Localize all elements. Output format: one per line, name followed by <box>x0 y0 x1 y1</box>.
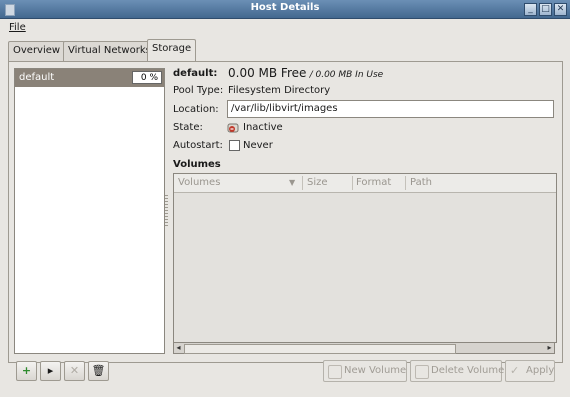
window-title: Host Details <box>250 2 320 13</box>
autostart-label: Autostart: <box>173 140 223 151</box>
inactive-state-icon <box>227 123 239 133</box>
pool-in-use: / 0.00 MB In Use <box>309 70 384 80</box>
state-value: Inactive <box>243 122 283 133</box>
column-format[interactable]: Format <box>356 177 391 188</box>
menu-file[interactable]: File <box>9 22 26 33</box>
pool-type-label: Pool Type: <box>173 85 224 96</box>
new-volume-icon <box>328 365 342 379</box>
column-divider <box>405 176 406 190</box>
delete-volume-label: Delete Volume <box>431 365 505 376</box>
menu-file-label: File <box>9 22 26 33</box>
autostart-value: Never <box>243 140 273 151</box>
start-pool-button[interactable]: ▸ <box>40 361 61 381</box>
scroll-right-icon[interactable]: ▸ <box>545 343 554 353</box>
pool-free: 0.00 MB Free <box>228 66 307 80</box>
scroll-left-icon[interactable]: ◂ <box>174 343 183 353</box>
autostart-checkbox[interactable] <box>229 140 240 151</box>
delete-pool-button[interactable]: 🗑 <box>88 361 109 381</box>
location-label: Location: <box>173 104 219 115</box>
column-path[interactable]: Path <box>410 177 432 188</box>
volumes-title: Volumes <box>173 159 221 170</box>
volumes-horizontal-scrollbar[interactable]: ◂ ▸ <box>173 342 555 354</box>
menu-bar: File <box>0 19 570 37</box>
apply-button[interactable]: ✓ Apply <box>505 360 555 382</box>
checkmark-icon: ✓ <box>510 364 520 377</box>
tab-overview[interactable]: Overview <box>8 41 66 61</box>
apply-label: Apply <box>526 365 555 376</box>
new-volume-button[interactable]: New Volume <box>323 360 407 382</box>
state-label: State: <box>173 122 203 133</box>
column-size[interactable]: Size <box>307 177 328 188</box>
delete-volume-button[interactable]: Delete Volume <box>410 360 505 382</box>
stop-pool-button[interactable]: ✕ <box>64 361 85 381</box>
minimize-icon[interactable]: _ <box>524 3 537 16</box>
add-pool-button[interactable]: + <box>16 361 37 381</box>
sort-arrow-icon: ▼ <box>289 178 296 187</box>
column-divider <box>352 176 353 190</box>
new-volume-label: New Volume <box>344 365 407 376</box>
maximize-icon[interactable]: □ <box>539 3 552 16</box>
trash-icon <box>415 365 429 379</box>
location-field[interactable]: /var/lib/libvirt/images <box>227 100 554 118</box>
pool-title: default: <box>173 68 218 79</box>
close-icon[interactable]: ✕ <box>554 3 567 16</box>
pool-type-value: Filesystem Directory <box>228 85 331 96</box>
pool-list[interactable]: default 0 % <box>14 68 165 354</box>
pool-usage: 0 % <box>132 71 162 84</box>
tab-storage[interactable]: Storage <box>147 39 197 61</box>
pool-capacity: 0.00 MB Free / 0.00 MB In Use <box>228 66 383 80</box>
scrollbar-thumb[interactable] <box>184 344 456 354</box>
tab-virtual-networks[interactable]: Virtual Networks <box>63 41 156 61</box>
volumes-table-header: Volumes ▼ Size Format Path <box>174 174 556 193</box>
pane-resize-handle[interactable] <box>165 195 168 227</box>
pool-name: default <box>19 72 55 83</box>
volumes-table[interactable]: Volumes ▼ Size Format Path <box>173 173 557 343</box>
pool-row-default[interactable]: default 0 % <box>15 69 164 87</box>
column-divider <box>302 176 303 190</box>
column-volumes[interactable]: Volumes <box>178 177 220 188</box>
title-bar: Host Details _ □ ✕ <box>0 0 570 19</box>
